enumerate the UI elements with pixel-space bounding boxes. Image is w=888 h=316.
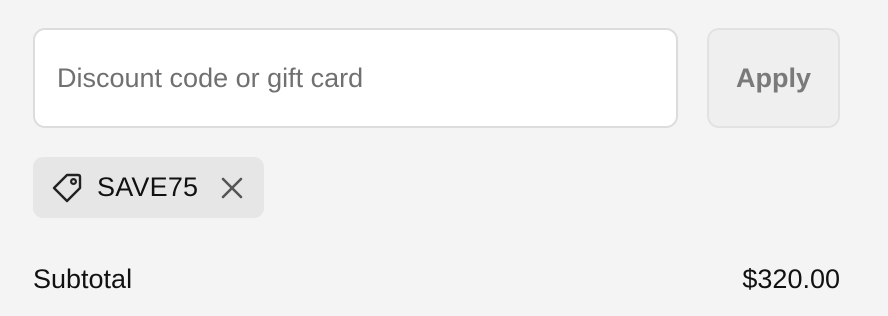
apply-button[interactable]: Apply <box>707 28 840 128</box>
close-icon[interactable] <box>219 175 245 201</box>
applied-discount-chip: SAVE75 <box>33 157 265 218</box>
subtotal-row: Subtotal $320.00 <box>33 264 840 295</box>
discount-code-input[interactable] <box>33 28 678 128</box>
subtotal-label: Subtotal <box>33 264 133 294</box>
applied-code-label: SAVE75 <box>97 172 199 202</box>
discount-code-row: Apply <box>33 28 840 128</box>
subtotal-value: $320.00 <box>742 264 840 294</box>
tag-icon <box>50 171 84 205</box>
